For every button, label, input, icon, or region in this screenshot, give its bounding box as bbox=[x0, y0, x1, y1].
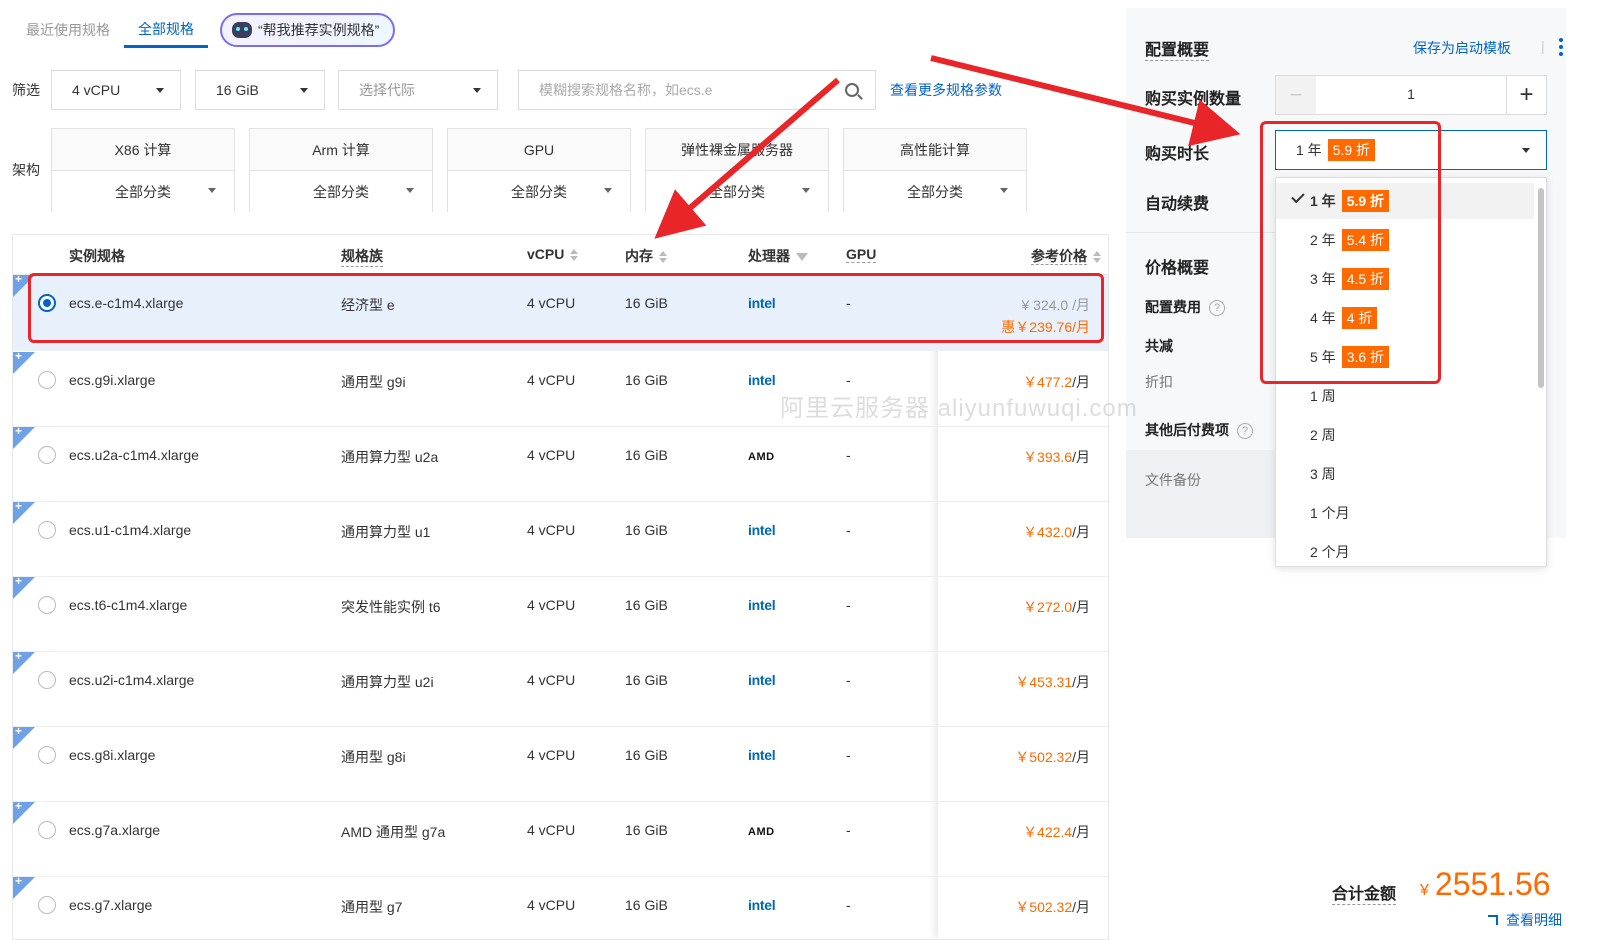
annotation-arrows bbox=[654, 55, 1241, 239]
arrow-to-duration bbox=[930, 55, 1241, 147]
arrow-to-memory bbox=[654, 77, 840, 239]
